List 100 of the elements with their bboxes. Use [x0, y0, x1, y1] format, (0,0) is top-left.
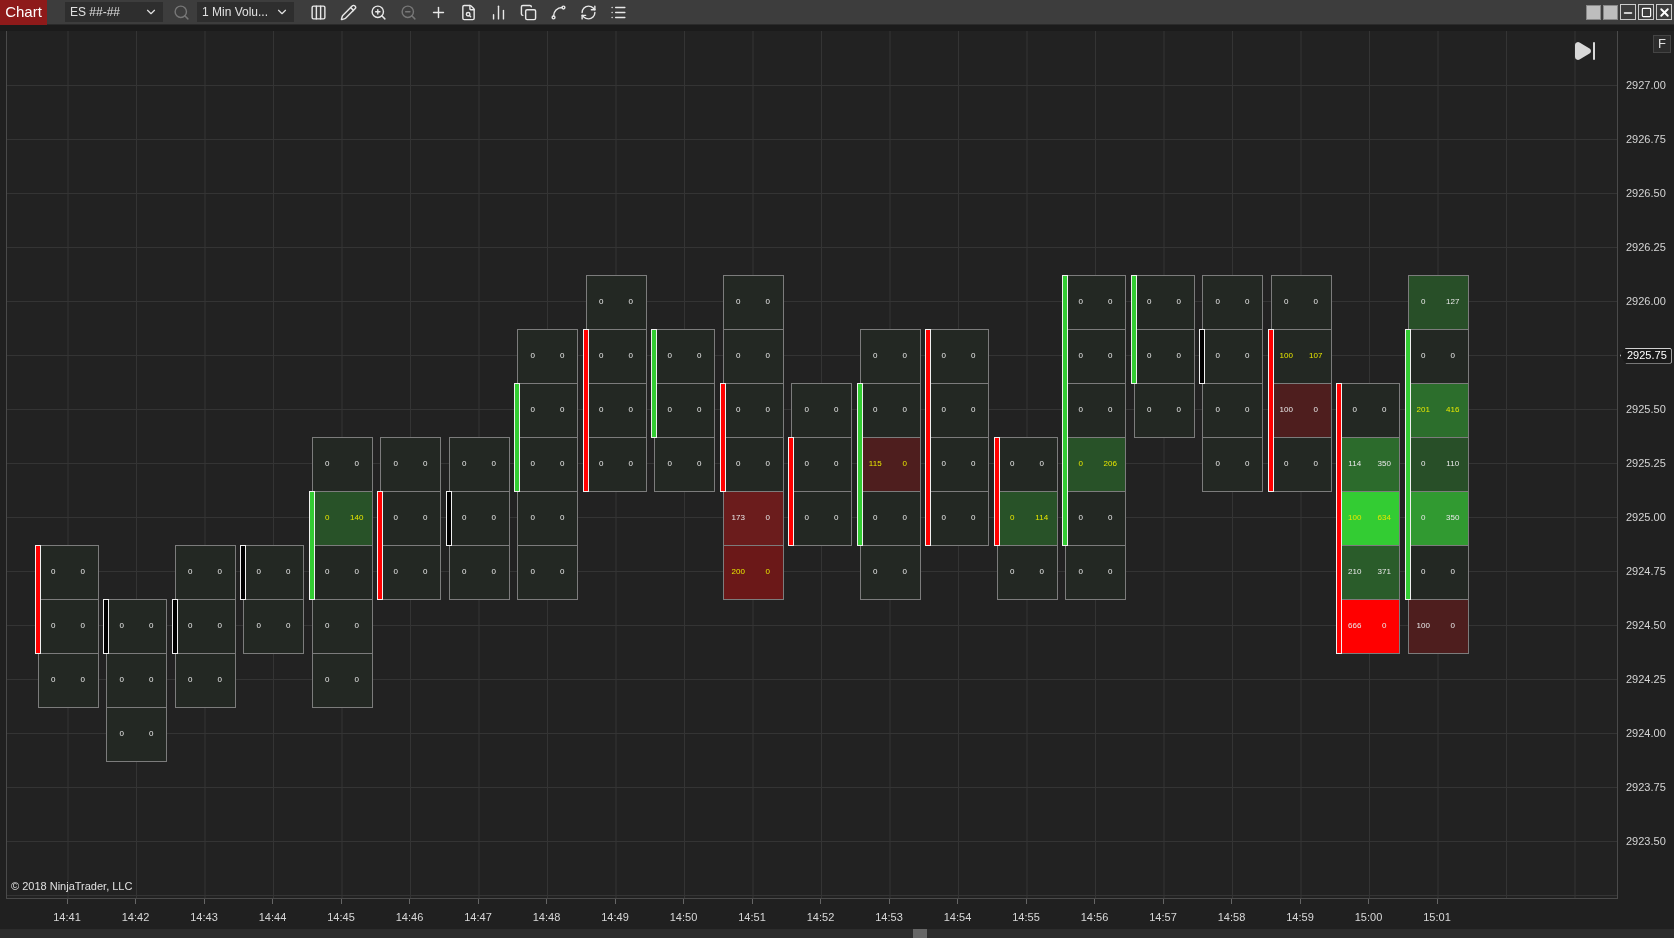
- bid-volume: 0: [256, 620, 261, 632]
- panel-icon[interactable]: [1603, 4, 1618, 20]
- panel-icon[interactable]: [1586, 4, 1601, 20]
- bid-volume: 0: [1078, 296, 1083, 308]
- ask-volume: 0: [149, 728, 154, 740]
- ask-volume: 0: [1450, 566, 1455, 578]
- ask-volume: 0: [560, 458, 565, 470]
- minimize-icon[interactable]: [1620, 4, 1636, 20]
- bid-volume: 0: [1421, 566, 1426, 578]
- time-label: 14:46: [395, 910, 424, 925]
- ask-volume: 0: [354, 620, 359, 632]
- bid-volume: 0: [873, 404, 878, 416]
- bid-volume: 0: [667, 404, 672, 416]
- ask-volume: 0: [1382, 620, 1387, 632]
- ask-volume: 0: [971, 458, 976, 470]
- ask-volume: 107: [1309, 350, 1323, 362]
- bid-volume: 0: [1215, 404, 1220, 416]
- ask-volume: 110: [1446, 458, 1460, 470]
- bid-volume: 0: [1078, 458, 1083, 470]
- ask-volume: 0: [1039, 566, 1044, 578]
- bid-volume: 0: [1215, 458, 1220, 470]
- bid-volume: 0: [1215, 296, 1220, 308]
- ask-volume: 114: [1035, 512, 1049, 524]
- ask-volume: 0: [217, 674, 222, 686]
- ask-volume: 0: [149, 620, 154, 632]
- bid-volume: 0: [1078, 350, 1083, 362]
- ask-volume: 0: [765, 512, 770, 524]
- ask-volume: 0: [834, 458, 839, 470]
- ask-volume: 0: [1245, 458, 1250, 470]
- bid-volume: 0: [530, 512, 535, 524]
- time-label: 14:57: [1149, 910, 1177, 925]
- ask-volume: 0: [971, 512, 976, 524]
- bid-volume: 0: [667, 350, 672, 362]
- bid-volume: 0: [1284, 296, 1289, 308]
- time-label: 14:44: [258, 910, 287, 925]
- price-label: 2926.00: [1626, 294, 1666, 310]
- ask-volume: 0: [765, 296, 770, 308]
- ask-volume: 0: [286, 620, 291, 632]
- ask-volume: 0: [80, 566, 85, 578]
- ask-volume: 0: [628, 404, 633, 416]
- interval-dropdown[interactable]: 1 Min Volu...: [197, 2, 294, 22]
- time-label: 14:52: [806, 910, 835, 925]
- bid-volume: 0: [51, 674, 56, 686]
- price-label: 2924.25: [1626, 672, 1666, 688]
- bid-volume: 0: [1078, 512, 1083, 524]
- copyright-text: © 2018 NinjaTrader, LLC: [11, 878, 133, 894]
- time-label: 14:48: [532, 910, 561, 925]
- ask-volume: 140: [350, 512, 364, 524]
- ask-volume: 0: [217, 620, 222, 632]
- time-label: 15:00: [1354, 910, 1383, 925]
- ask-volume: 0: [1313, 296, 1318, 308]
- ask-volume: 0: [423, 458, 428, 470]
- ask-volume: 0: [902, 566, 907, 578]
- skip-to-end-icon[interactable]: [1573, 39, 1597, 63]
- bid-volume: 0: [530, 350, 535, 362]
- time-label: 14:56: [1080, 910, 1109, 925]
- instrument-dropdown[interactable]: ES ##-##: [65, 2, 163, 22]
- chart-title: Chart: [0, 0, 47, 25]
- ask-volume: 0: [560, 404, 565, 416]
- ask-volume: 0: [628, 296, 633, 308]
- maximize-icon[interactable]: [1638, 4, 1654, 20]
- ask-volume: 0: [697, 404, 702, 416]
- bid-volume: 0: [1147, 404, 1152, 416]
- bid-volume: 201: [1416, 404, 1430, 416]
- bid-volume: 0: [1215, 350, 1220, 362]
- ask-volume: 0: [902, 404, 907, 416]
- time-label: 14:59: [1286, 910, 1314, 925]
- ask-volume: 127: [1446, 296, 1460, 308]
- bid-volume: 0: [804, 512, 809, 524]
- indicator-badge[interactable]: F: [1653, 35, 1671, 53]
- ask-volume: 0: [834, 404, 839, 416]
- bid-volume: 0: [530, 566, 535, 578]
- bid-volume: 0: [325, 674, 330, 686]
- scrollbar[interactable]: [0, 929, 1674, 938]
- price-label: 2923.50: [1626, 834, 1666, 850]
- ask-volume: 206: [1103, 458, 1117, 470]
- bid-volume: 0: [51, 620, 56, 632]
- bid-volume: 0: [599, 296, 604, 308]
- price-label: 2925.25: [1626, 456, 1666, 472]
- ask-volume: 0: [1245, 404, 1250, 416]
- ask-volume: 0: [1450, 620, 1455, 632]
- bid-volume: 100: [1348, 512, 1362, 524]
- price-label: 2926.50: [1626, 186, 1666, 202]
- time-label: 14:55: [1012, 910, 1040, 925]
- price-label: 2927.00: [1626, 78, 1666, 94]
- bid-volume: 0: [1284, 458, 1289, 470]
- bid-volume: 0: [188, 620, 193, 632]
- ask-volume: 0: [697, 350, 702, 362]
- bid-volume: 100: [1416, 620, 1430, 632]
- bid-volume: 0: [51, 566, 56, 578]
- bid-volume: 0: [1147, 296, 1152, 308]
- scroll-thumb[interactable]: [913, 929, 927, 938]
- price-label: 2925.50: [1626, 402, 1666, 418]
- ask-volume: 0: [423, 512, 428, 524]
- ask-volume: 0: [1382, 404, 1387, 416]
- close-icon[interactable]: [1656, 4, 1672, 20]
- ask-volume: 0: [560, 566, 565, 578]
- ask-volume: 0: [628, 350, 633, 362]
- bid-volume: 0: [873, 566, 878, 578]
- bid-volume: 0: [1078, 404, 1083, 416]
